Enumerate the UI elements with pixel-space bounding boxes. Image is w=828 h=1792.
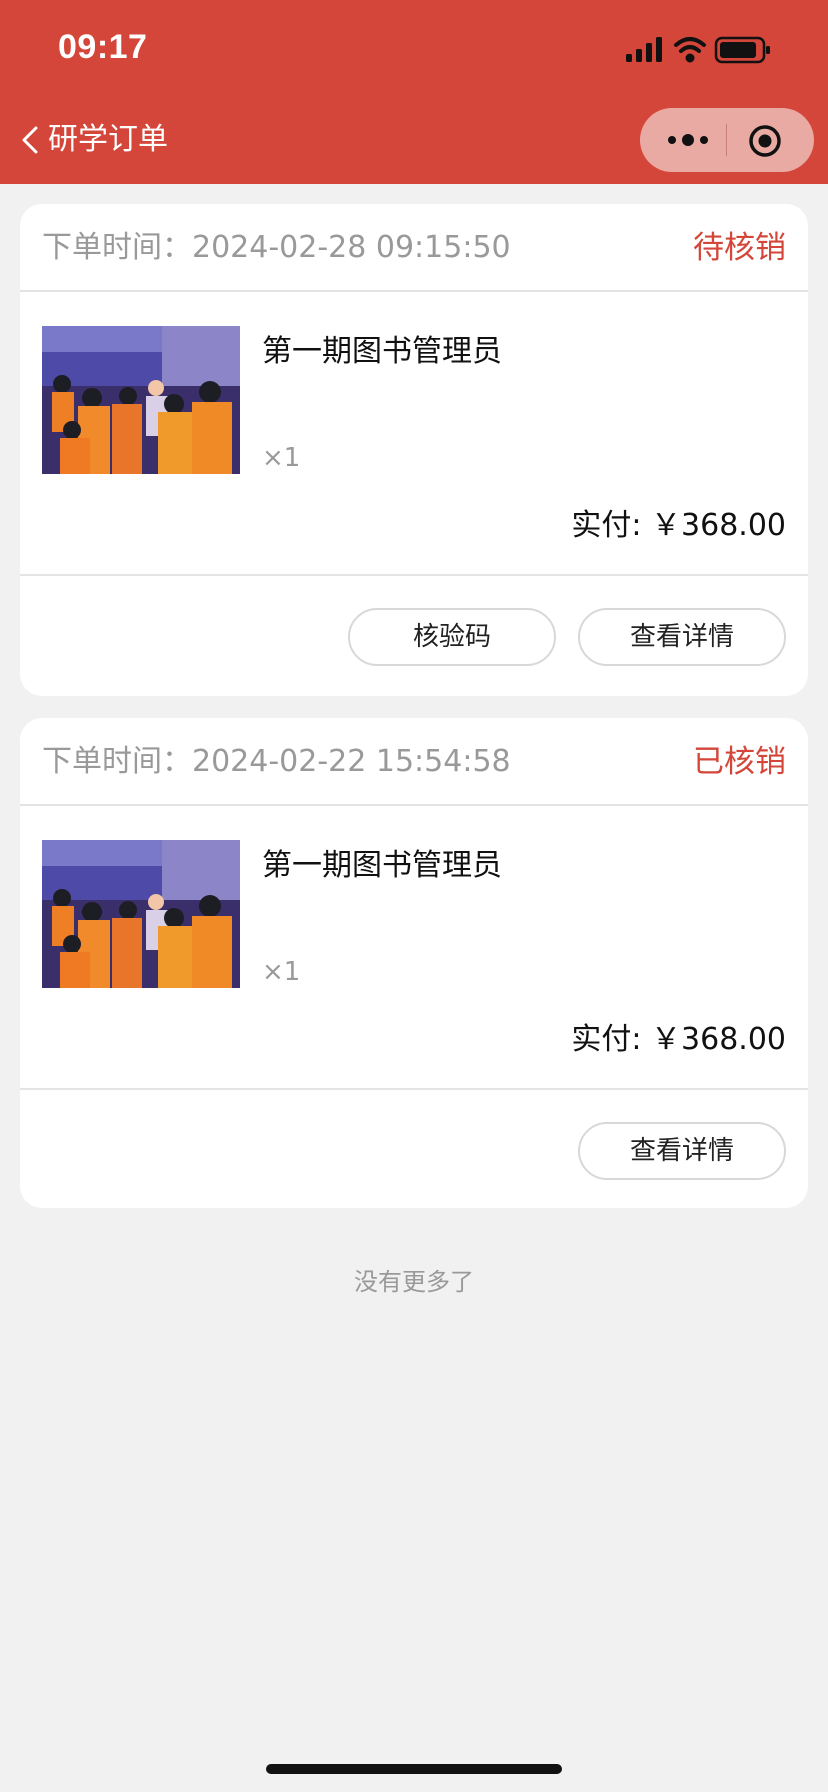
back-chevron-icon[interactable] [18, 120, 42, 160]
no-more-text: 没有更多了 [354, 1268, 474, 1296]
status-time: 09:17 [58, 28, 148, 66]
view-details-button[interactable]: 查看详情 [578, 608, 786, 666]
product-name[interactable]: 第一期图书管理员 [262, 846, 502, 886]
signal-icon [626, 37, 662, 62]
paid-amount: 实付: ￥368.00 [571, 1022, 786, 1057]
verify-code-button[interactable]: 核验码 [348, 608, 556, 666]
miniprogram-capsule [640, 108, 814, 172]
product-quantity: ×1 [262, 957, 301, 987]
wifi-icon [674, 37, 706, 63]
order-status: 已核销 [693, 744, 786, 780]
home-indicator [266, 1764, 562, 1774]
order-time-value: 2024-02-22 15:54:58 [192, 744, 511, 779]
order-card: 下单时间： 2024-02-28 09:15:50 待核销 第一期图书管理员 ×… [20, 204, 808, 696]
product-thumbnail[interactable] [42, 326, 240, 474]
order-header: 下单时间： 2024-02-22 15:54:58 已核销 [20, 718, 808, 806]
order-time-value: 2024-02-28 09:15:50 [192, 230, 511, 265]
order-header: 下单时间： 2024-02-28 09:15:50 待核销 [20, 204, 808, 292]
target-close-icon[interactable] [748, 124, 782, 158]
order-card: 下单时间： 2024-02-22 15:54:58 已核销 第一期图书管理员 ×… [20, 718, 808, 1208]
view-details-button[interactable]: 查看详情 [578, 1122, 786, 1180]
page-title: 研学订单 [48, 122, 168, 157]
battery-icon [714, 36, 770, 64]
header-bar: 09:17 研学订单 [0, 0, 828, 184]
product-name[interactable]: 第一期图书管理员 [262, 332, 502, 372]
order-status: 待核销 [693, 230, 786, 266]
status-icons [626, 36, 770, 64]
divider [20, 574, 808, 576]
product-quantity: ×1 [262, 443, 301, 473]
product-thumbnail[interactable] [42, 840, 240, 988]
order-time-label: 下单时间： [42, 230, 192, 265]
order-time-label: 下单时间： [42, 744, 192, 779]
paid-amount: 实付: ￥368.00 [571, 508, 786, 543]
divider [20, 1088, 808, 1090]
more-dots-icon[interactable] [664, 124, 712, 156]
capsule-divider [726, 124, 727, 156]
